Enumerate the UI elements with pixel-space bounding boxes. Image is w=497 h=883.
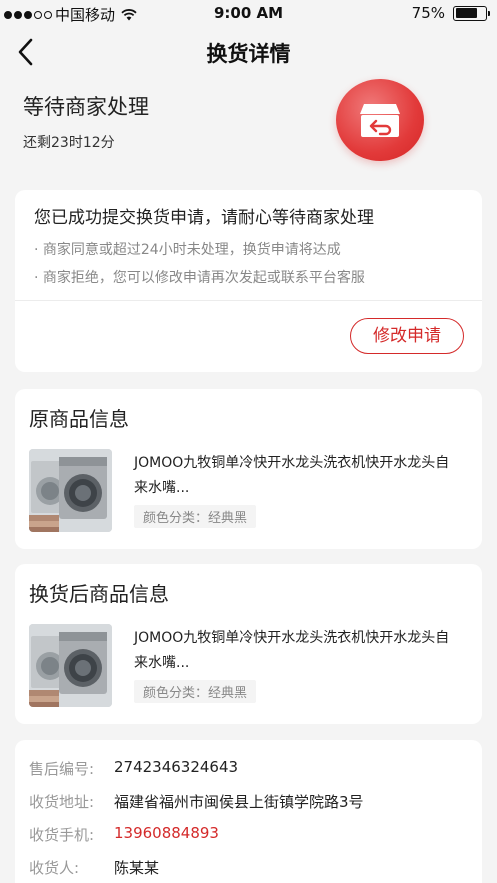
info-row-phone: 收货手机: 13960884893 — [29, 824, 219, 845]
state-badge — [336, 79, 424, 161]
exchange-product-card: 换货后商品信息 JOMOO九牧铜单冷快开水龙头洗衣机快开水龙头自来水嘴... 颜… — [15, 564, 482, 724]
notice-line-agree: · 商家同意或超过24小时未处理，换货申请将达成 — [34, 242, 341, 258]
modify-application-button[interactable]: 修改申请 — [350, 318, 464, 354]
info-label: 售后编号: — [29, 760, 95, 778]
divider — [15, 300, 482, 301]
info-label: 收货手机: — [29, 826, 95, 844]
info-row-address: 收货地址: 福建省福州市闽侯县上街镇学院路3号 — [29, 791, 364, 812]
notice-card: 您已成功提交换货申请，请耐心等待商家处理 · 商家同意或超过24小时未处理，换货… — [15, 190, 482, 372]
return-box-icon — [360, 104, 400, 137]
countdown-text: 还剩23时12分 — [23, 135, 115, 151]
page-title: 换货详情 — [206, 42, 291, 66]
status-right: 75% — [411, 4, 490, 22]
washing-machine-image — [29, 624, 112, 707]
product-name[interactable]: JOMOO九牧铜单冷快开水龙头洗衣机快开水龙头自来水嘴... — [134, 451, 454, 501]
battery-fill — [455, 8, 478, 18]
info-label: 收货人: — [29, 859, 80, 877]
shipping-address: 福建省福州市闽侯县上街镇学院路3号 — [114, 793, 364, 811]
product-name[interactable]: JOMOO九牧铜单冷快开水龙头洗衣机快开水龙头自来水嘴... — [134, 626, 454, 676]
section-title: 原商品信息 — [29, 407, 129, 431]
battery-percent: 75% — [411, 4, 445, 22]
spec-tag: 颜色分类：经典黑 — [134, 680, 257, 703]
spec-tag: 颜色分类：经典黑 — [134, 505, 257, 528]
notice-line-reject: · 商家拒绝，您可以修改申请再次发起或联系平台客服 — [34, 270, 365, 286]
status-bar: 中国移动 9:00 AM 75% — [0, 0, 497, 28]
info-row-service-number: 售后编号: 2742346324643 — [29, 758, 238, 779]
receiver-name: 陈某某 — [114, 859, 160, 877]
state-title: 等待商家处理 — [23, 95, 149, 119]
section-title: 换货后商品信息 — [29, 582, 169, 606]
nav-bar: 换货详情 — [0, 28, 497, 76]
battery-icon — [453, 5, 490, 21]
service-number: 2742346324643 — [114, 758, 239, 776]
washing-machine-image — [29, 449, 112, 532]
product-image[interactable] — [29, 624, 112, 707]
original-product-card: 原商品信息 JOMOO九牧铜单冷快开水龙头洗衣机快开水龙头自来水嘴... 颜色分… — [15, 389, 482, 549]
phone-link[interactable]: 13960884893 — [114, 824, 219, 845]
info-row-receiver: 收货人: 陈某某 — [29, 857, 159, 878]
order-info-card: 售后编号: 2742346324643 收货地址: 福建省福州市闽侯县上街镇学院… — [15, 740, 482, 883]
notice-title: 您已成功提交换货申请，请耐心等待商家处理 — [34, 208, 374, 228]
info-label: 收货地址: — [29, 793, 95, 811]
product-image[interactable] — [29, 449, 112, 532]
